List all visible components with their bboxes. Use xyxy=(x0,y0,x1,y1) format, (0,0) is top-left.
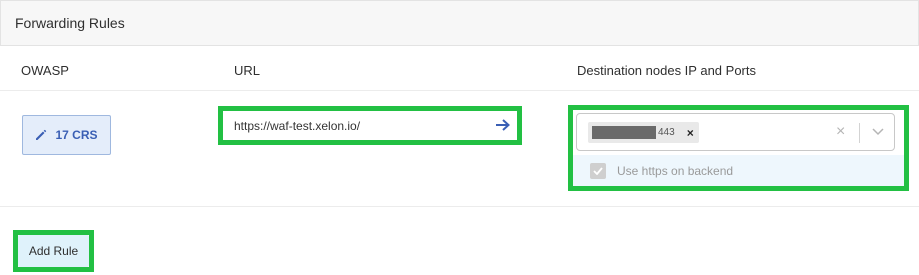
add-rule-label: Add Rule xyxy=(28,244,79,258)
row-divider xyxy=(0,90,919,91)
chip-remove-icon[interactable]: × xyxy=(687,126,694,140)
use-https-row[interactable]: Use https on backend xyxy=(573,155,904,186)
column-header-url: URL xyxy=(234,63,261,78)
destination-chip-port: 443 xyxy=(658,127,675,138)
add-rule-button[interactable]: Add Rule xyxy=(18,235,89,267)
use-https-label: Use https on backend xyxy=(617,163,734,178)
row-divider xyxy=(0,206,919,207)
checkmark-icon xyxy=(593,166,603,175)
forwarding-rules-panel: Forwarding Rules OWASP URL Destination n… xyxy=(0,0,919,275)
panel-title: Forwarding Rules xyxy=(15,15,125,31)
column-header-owasp: OWASP xyxy=(21,63,69,78)
select-separator xyxy=(859,123,860,143)
use-https-checkbox[interactable] xyxy=(590,162,606,179)
pencil-icon xyxy=(36,129,47,140)
destination-select[interactable]: 443 × × xyxy=(576,113,895,151)
url-input[interactable]: https://waf-test.xelon.io/ xyxy=(223,111,517,140)
crs-button-label: 17 CRS xyxy=(55,128,98,142)
panel-header: Forwarding Rules xyxy=(0,0,919,46)
edit-crs-button[interactable]: 17 CRS xyxy=(22,115,111,155)
chevron-down-icon[interactable] xyxy=(871,127,885,137)
redacted-ip xyxy=(592,126,656,139)
destination-chip: 443 × xyxy=(588,122,699,143)
url-value: https://waf-test.xelon.io/ xyxy=(234,118,361,133)
column-header-destination: Destination nodes IP and Ports xyxy=(577,63,756,78)
arrow-right-icon[interactable] xyxy=(495,118,511,132)
clear-selection-icon[interactable]: × xyxy=(836,123,845,141)
